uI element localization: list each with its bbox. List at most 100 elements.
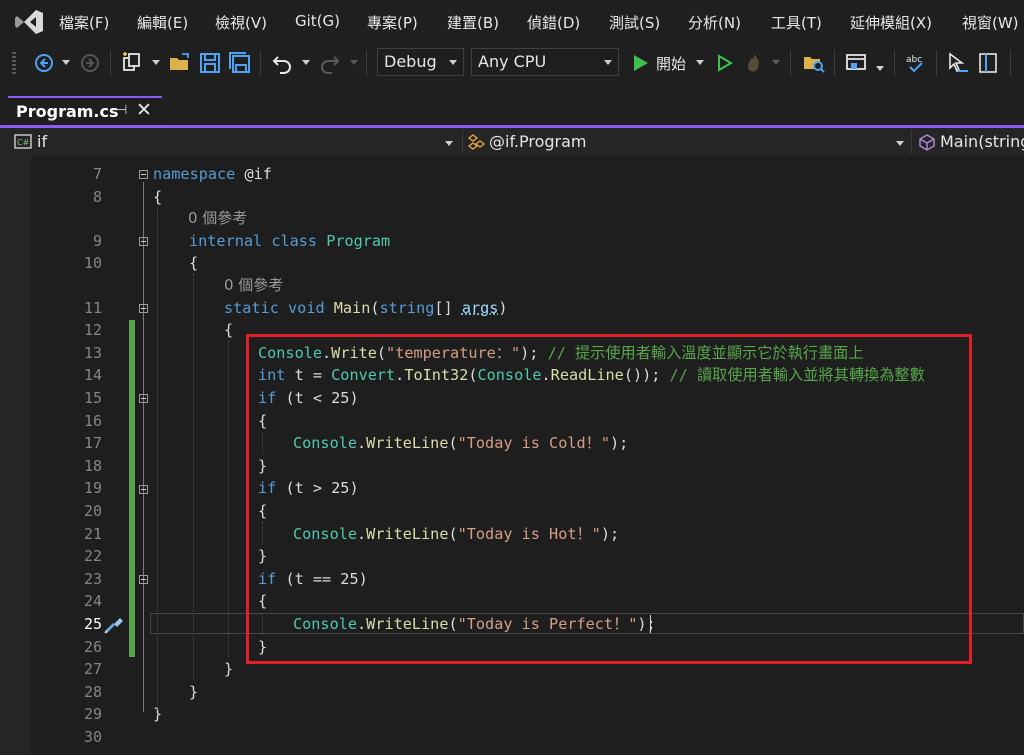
menu-extensions[interactable]: 延伸模組(X)	[850, 12, 932, 33]
collapse-if-toggle[interactable]	[139, 394, 148, 403]
undo-icon[interactable]	[270, 51, 294, 75]
class-name: Program	[326, 231, 391, 250]
toolbar-separator	[260, 50, 261, 76]
highlight-box	[246, 334, 972, 664]
quick-actions-icon[interactable]	[103, 614, 125, 634]
line-number: 25	[83, 615, 102, 633]
code-lens-line: 0 個參考	[0, 207, 1024, 230]
menu-build[interactable]: 建置(B)	[447, 12, 499, 33]
menu-file[interactable]: 檔案(F)	[59, 12, 109, 33]
browser-dropdown-caret[interactable]	[876, 66, 884, 71]
toolbar-separator	[834, 50, 835, 76]
line-number: 18	[83, 456, 102, 475]
keyword: void	[288, 298, 325, 317]
line-number: 21	[83, 524, 102, 543]
menu-window[interactable]: 視窗(W)	[962, 12, 1019, 33]
code-lens-line: 0 個參考	[0, 274, 1024, 297]
chevron-down-icon	[445, 141, 453, 146]
punctuation: []	[434, 298, 462, 317]
select-cursor-icon[interactable]	[946, 51, 970, 75]
outline-guide	[143, 182, 144, 712]
member-dropdown[interactable]: Main(string	[914, 129, 1024, 154]
undo-dropdown-caret[interactable]	[302, 60, 310, 65]
new-item-icon[interactable]	[120, 51, 144, 75]
menu-view[interactable]: 檢視(V)	[215, 12, 267, 33]
toolbar-separator	[1010, 50, 1011, 76]
collapse-class-toggle[interactable]	[139, 237, 148, 246]
navigate-back-icon[interactable]	[32, 51, 56, 75]
find-in-files-icon[interactable]	[802, 51, 826, 75]
start-dropdown-caret[interactable]	[696, 60, 704, 65]
line-number: 12	[83, 321, 102, 340]
start-button-label[interactable]: 開始	[656, 53, 686, 74]
toolbar-grip[interactable]	[12, 52, 16, 74]
keyword: internal	[189, 231, 263, 250]
line-number: 14	[83, 366, 102, 385]
project-dropdown[interactable]: C# if	[10, 129, 458, 154]
tab-title: Program.cs	[16, 102, 119, 121]
keyword: namespace	[153, 165, 236, 183]
menu-project[interactable]: 專案(P)	[367, 12, 418, 33]
pin-icon[interactable]: ⊣	[116, 103, 127, 118]
solution-configuration-dropdown[interactable]: Debug	[377, 48, 464, 76]
solution-platform-dropdown[interactable]: Any CPU	[471, 48, 619, 76]
collapse-method-toggle[interactable]	[139, 304, 148, 313]
code-line: 7 namespace @if	[0, 163, 1024, 186]
menu-test[interactable]: 測試(S)	[609, 12, 660, 33]
tab-program-cs[interactable]: Program.cs ⊣ ✕	[8, 96, 162, 125]
project-name: if	[37, 132, 48, 151]
code-line: 28 }	[0, 681, 1024, 704]
reference-count[interactable]: 0 個參考	[224, 274, 283, 297]
redo-icon[interactable]	[318, 51, 342, 75]
start-without-debugging-icon[interactable]	[712, 51, 736, 75]
toolbar-separator	[110, 50, 111, 76]
visual-studio-logo-icon[interactable]	[14, 8, 44, 36]
new-item-dropdown-caret[interactable]	[152, 60, 160, 65]
member-name: Main(string	[940, 132, 1024, 151]
brace: }	[224, 660, 234, 679]
punctuation: (	[370, 298, 380, 317]
line-number: 24	[83, 592, 102, 611]
start-debugging-icon[interactable]	[628, 51, 652, 75]
collapse-namespace-toggle[interactable]	[139, 170, 148, 179]
menu-debug[interactable]: 偵錯(D)	[527, 12, 580, 33]
line-number: 22	[83, 547, 102, 566]
hot-reload-icon[interactable]	[742, 51, 766, 75]
reference-count[interactable]: 0 個參考	[188, 207, 247, 230]
open-folder-icon[interactable]	[168, 51, 192, 75]
redo-dropdown-caret[interactable]	[350, 60, 358, 65]
hot-reload-dropdown-caret[interactable]	[772, 60, 780, 65]
browser-link-icon[interactable]	[844, 51, 868, 75]
svg-text:C#: C#	[17, 138, 30, 147]
code-line: 29 }	[0, 703, 1024, 726]
line-number: 15	[83, 389, 102, 407]
navbar-separator	[462, 130, 463, 154]
spell-check-icon[interactable]: abc	[904, 51, 928, 75]
line-number: 28	[83, 682, 102, 701]
close-icon[interactable]: ✕	[136, 99, 152, 121]
line-number: 7	[92, 165, 102, 183]
menu-tools[interactable]: 工具(T)	[771, 12, 822, 33]
standard-toolbar: Debug Any CPU abc	[0, 42, 1024, 85]
menu-git[interactable]: Git(G)	[295, 12, 340, 30]
navbar-separator	[911, 130, 912, 154]
code-line: 30	[0, 726, 1024, 749]
line-number: 26	[83, 637, 102, 656]
keyword: static	[224, 298, 279, 317]
layout-panel-icon[interactable]	[976, 51, 1000, 75]
keyword: string	[379, 298, 435, 317]
structure-guide	[157, 208, 158, 710]
back-dropdown-caret[interactable]	[62, 60, 70, 65]
collapse-if-toggle[interactable]	[139, 575, 148, 584]
type-name: @if.Program	[489, 132, 587, 151]
menu-edit[interactable]: 編輯(E)	[137, 12, 188, 33]
change-tracking-bar	[129, 320, 135, 657]
collapse-if-toggle[interactable]	[139, 485, 148, 494]
line-number: 20	[83, 502, 102, 520]
menu-analyze[interactable]: 分析(N)	[688, 12, 741, 33]
save-all-icon[interactable]	[228, 51, 252, 75]
code-line: 9 internal class Program	[0, 230, 1024, 253]
type-dropdown[interactable]: @if.Program	[465, 129, 909, 154]
save-icon[interactable]	[198, 51, 222, 75]
navigate-forward-icon[interactable]	[78, 51, 102, 75]
